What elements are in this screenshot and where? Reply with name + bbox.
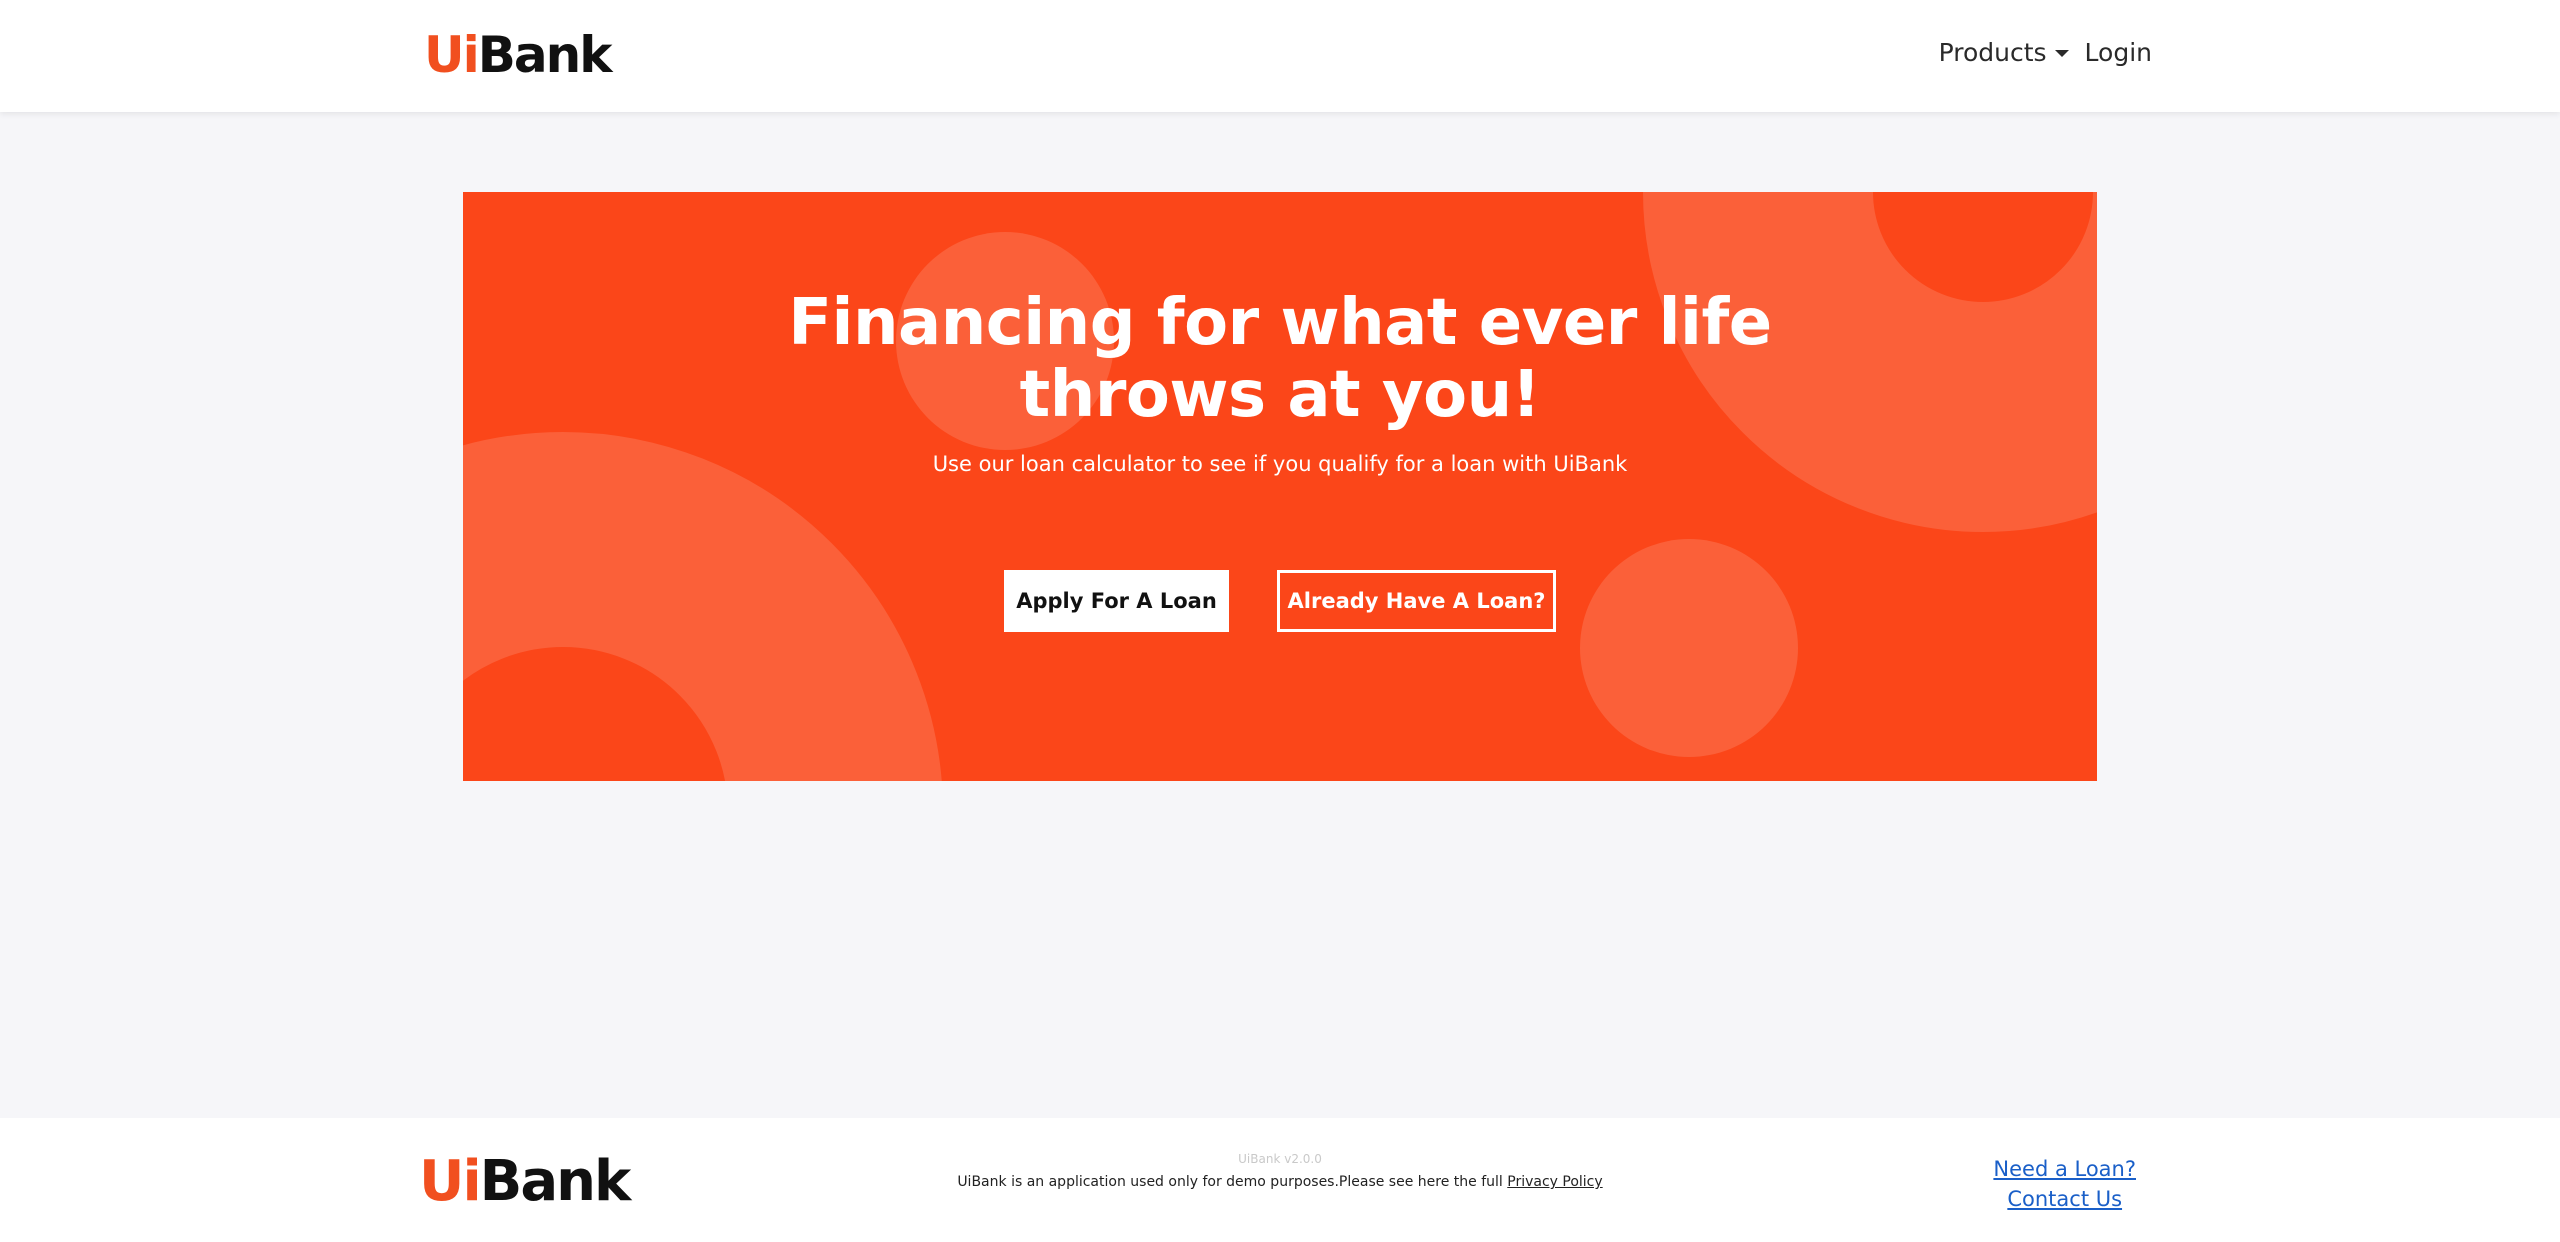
decorative-ring-bottom-left [463, 432, 943, 781]
logo-ui-text: Ui [424, 26, 480, 84]
privacy-policy-link[interactable]: Privacy Policy [1507, 1174, 1602, 1190]
hero-subtitle: Use our loan calculator to see if you qu… [932, 452, 1628, 476]
footer-links: Need a Loan? Contact Us [1993, 1156, 2136, 1212]
products-dropdown[interactable]: Products [1939, 38, 2069, 67]
already-have-loan-button[interactable]: Already Have A Loan? [1277, 570, 1556, 632]
footer: UiBank UiBank v2.0.0 UiBank is an applic… [0, 1118, 2560, 1242]
hero-banner: Financing for what ever life throws at y… [463, 192, 2097, 781]
decorative-circle-right [1580, 539, 1798, 757]
login-link[interactable]: Login [2085, 38, 2152, 67]
apply-for-loan-button[interactable]: Apply For A Loan [1004, 570, 1229, 632]
demo-disclaimer: UiBank is an application used only for d… [0, 1174, 2560, 1190]
chevron-down-icon [2054, 50, 2069, 57]
need-a-loan-link[interactable]: Need a Loan? [1993, 1156, 2136, 1182]
disclaimer-text: UiBank is an application used only for d… [957, 1174, 1508, 1190]
products-label: Products [1938, 38, 2047, 67]
login-label: Login [2084, 38, 2152, 67]
main-nav: Products Login [1939, 38, 2152, 67]
uibank-logo[interactable]: UiBank [424, 30, 612, 80]
hero-title: Financing for what ever life throws at y… [788, 286, 1772, 432]
version-label: UiBank v2.0.0 [1238, 1152, 1322, 1166]
logo-bank-text: Bank [477, 26, 613, 84]
top-navbar: UiBank Products Login [0, 0, 2560, 112]
contact-us-link[interactable]: Contact Us [2007, 1186, 2122, 1212]
